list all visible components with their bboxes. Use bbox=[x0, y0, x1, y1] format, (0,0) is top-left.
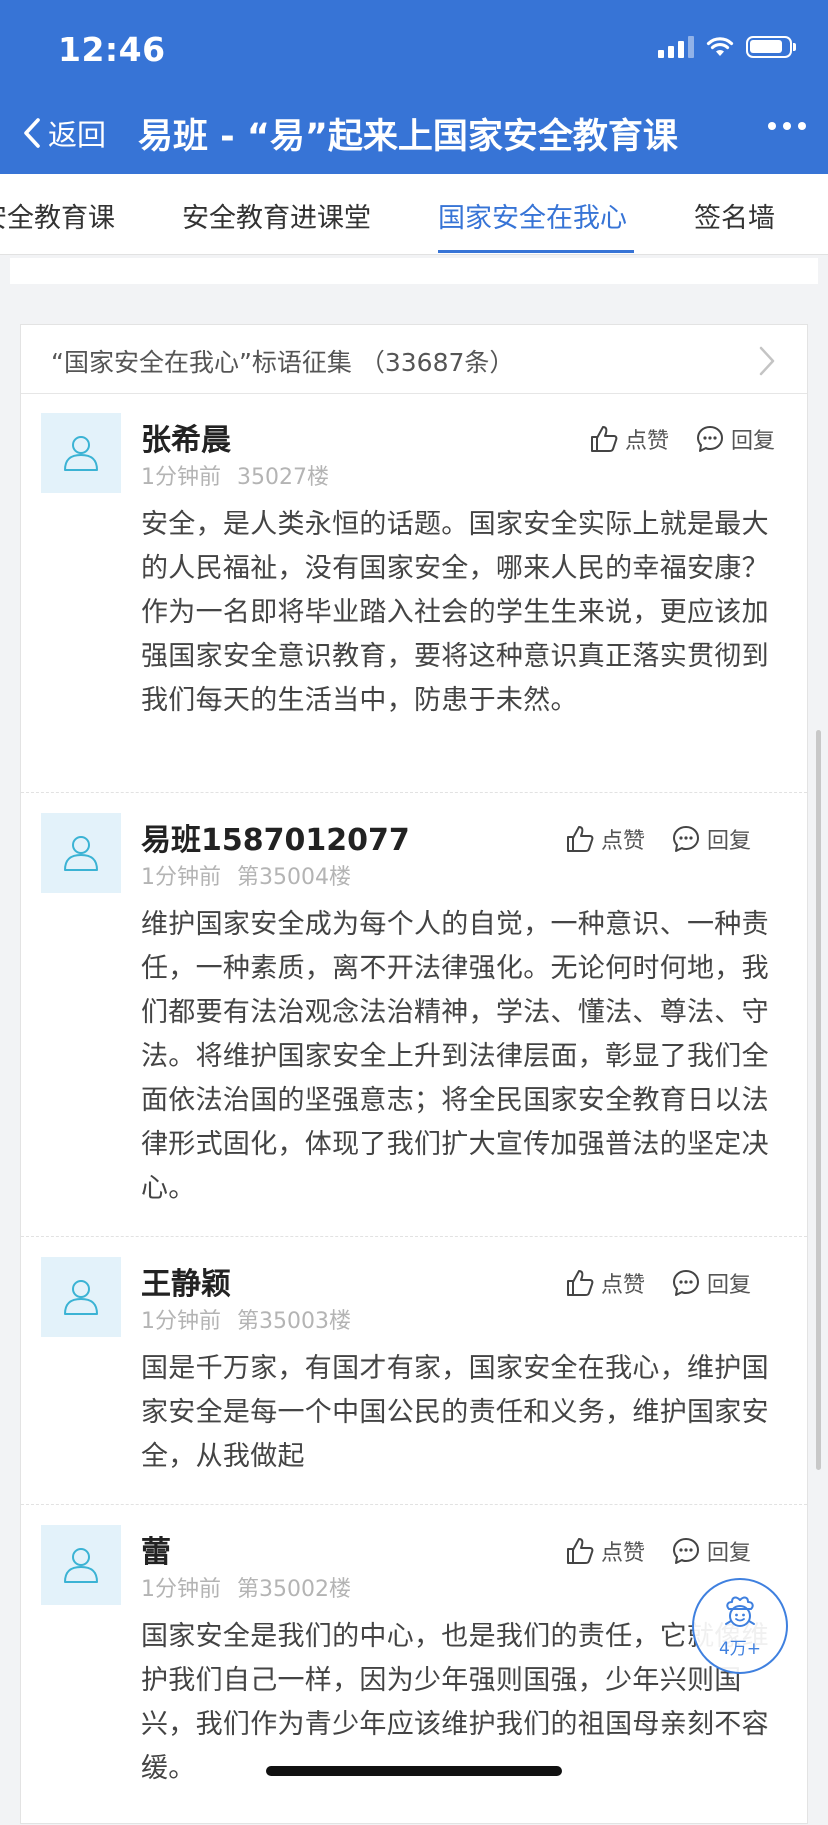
tab-signature-wall[interactable]: 签名墙 bbox=[694, 196, 775, 235]
comment-item: 蕾 1分钟前 第35002楼 点赞 回复 国家安全是我们的中心，也是我们的责任，它… bbox=[21, 1505, 807, 1825]
floating-assistant-button[interactable]: 4万+ bbox=[692, 1578, 788, 1674]
like-button[interactable]: 点赞 bbox=[565, 1267, 645, 1299]
chat-bubble-icon bbox=[673, 826, 700, 852]
user-icon bbox=[64, 836, 98, 871]
tab-national-security[interactable]: 国家安全在我心 bbox=[438, 196, 627, 235]
like-label: 点赞 bbox=[601, 1541, 646, 1566]
comment-meta: 1分钟前 第35004楼 bbox=[141, 859, 351, 891]
comment-author[interactable]: 蕾 bbox=[141, 1527, 171, 1571]
home-indicator[interactable] bbox=[266, 1766, 562, 1776]
comment-time: 1分钟前 bbox=[141, 465, 221, 490]
reply-button[interactable]: 回复 bbox=[671, 1535, 751, 1567]
wifi-icon bbox=[706, 37, 734, 56]
like-label: 点赞 bbox=[625, 429, 670, 454]
avatar[interactable] bbox=[41, 413, 121, 493]
floating-badge-count: 4万+ bbox=[718, 1638, 762, 1659]
comment-time: 1分钟前 bbox=[141, 865, 221, 890]
comment-time: 1分钟前 bbox=[141, 1309, 221, 1334]
back-button[interactable]: 返回 bbox=[22, 112, 106, 154]
comment-actions: 点赞 回复 bbox=[589, 423, 775, 455]
reply-label: 回复 bbox=[731, 429, 776, 454]
comment-text: 国家安全是我们的中心，也是我们的责任，它就像维护我们自己一样，因为少年强则国强，… bbox=[141, 1621, 769, 1784]
chevron-right-icon bbox=[759, 346, 775, 376]
reply-label: 回复 bbox=[707, 1273, 752, 1298]
reply-label: 回复 bbox=[707, 1541, 752, 1566]
nav-bar: 返回 易班 - “易”起来上国家安全教育课 bbox=[0, 100, 828, 166]
comment-floor: 第35004楼 bbox=[237, 865, 351, 890]
flower-mascot-icon bbox=[725, 1596, 755, 1627]
tab-bar: 安全教育课 安全教育进课堂 国家安全在我心 签名墙 bbox=[0, 174, 828, 255]
chat-bubble-icon bbox=[697, 426, 724, 452]
comment-author[interactable]: 王静颖 bbox=[141, 1259, 231, 1303]
comment-item: 王静颖 1分钟前 第35003楼 点赞 回复 国是千万家，有国才有家，国家安全在我… bbox=[21, 1237, 807, 1505]
like-label: 点赞 bbox=[601, 1273, 646, 1298]
comment-meta: 1分钟前 第35003楼 bbox=[141, 1303, 351, 1335]
app-header: 12:46 返回 易班 - “易”起来上国家安全教育课 bbox=[0, 0, 828, 174]
page-title: 易班 - “易”起来上国家安全教育课 bbox=[138, 117, 678, 157]
like-button[interactable]: 点赞 bbox=[589, 423, 669, 455]
comment-text: 国是千万家，有国才有家，国家安全在我心，维护国家安全是每一个中国公民的责任和义务… bbox=[141, 1353, 769, 1472]
scrollbar[interactable] bbox=[816, 730, 821, 1470]
reply-label: 回复 bbox=[707, 829, 752, 854]
reply-button[interactable]: 回复 bbox=[671, 1267, 751, 1299]
thumbs-up-icon bbox=[567, 826, 594, 852]
slogan-collection-card: “国家安全在我心”标语征集 （33687条） 张希晨 1分钟前 35027楼 点赞 bbox=[20, 324, 808, 1824]
like-label: 点赞 bbox=[601, 829, 646, 854]
avatar[interactable] bbox=[41, 813, 121, 893]
chat-bubble-icon bbox=[673, 1270, 700, 1296]
comment-floor: 35027楼 bbox=[237, 465, 329, 490]
user-icon bbox=[64, 1280, 98, 1315]
tab-safety-classroom[interactable]: 安全教育进课堂 bbox=[182, 196, 371, 235]
user-icon bbox=[64, 436, 98, 471]
comment-floor: 第35003楼 bbox=[237, 1309, 351, 1334]
chevron-left-icon bbox=[24, 118, 40, 148]
like-button[interactable]: 点赞 bbox=[565, 823, 645, 855]
comment-time: 1分钟前 bbox=[141, 1577, 221, 1602]
avatar[interactable] bbox=[41, 1525, 121, 1605]
comment-actions: 点赞 回复 bbox=[565, 1535, 751, 1567]
avatar[interactable] bbox=[41, 1257, 121, 1337]
like-button[interactable]: 点赞 bbox=[565, 1535, 645, 1567]
comment-actions: 点赞 回复 bbox=[565, 1267, 751, 1299]
back-label: 返回 bbox=[48, 118, 107, 152]
status-time: 12:46 bbox=[58, 30, 166, 69]
comment-text: 维护国家安全成为每个人的自觉，一种意识、一种责任，一种素质，离不开法律强化。无论… bbox=[141, 909, 769, 1204]
comment-meta: 1分钟前 35027楼 bbox=[141, 459, 329, 491]
comment-meta: 1分钟前 第35002楼 bbox=[141, 1571, 351, 1603]
comment-actions: 点赞 回复 bbox=[565, 823, 751, 855]
comment-author[interactable]: 易班1587012077 bbox=[141, 815, 410, 859]
thumbs-up-icon bbox=[591, 426, 618, 452]
comment-item: 易班1587012077 1分钟前 第35004楼 点赞 回复 维护国家安全成为每… bbox=[21, 793, 807, 1237]
comment-text: 安全，是人类永恒的话题。国家安全实际上就是最大的人民福祉，没有国家安全，哪来人民… bbox=[141, 509, 769, 716]
reply-button[interactable]: 回复 bbox=[671, 823, 751, 855]
comment-floor: 第35002楼 bbox=[237, 1577, 351, 1602]
user-icon bbox=[64, 1548, 98, 1583]
thumbs-up-icon bbox=[567, 1538, 594, 1564]
comment-item: 张希晨 1分钟前 35027楼 点赞 回复 安全，是人类永恒的话题。国家安全实际上… bbox=[21, 393, 807, 793]
more-menu-icon[interactable] bbox=[768, 122, 806, 130]
reply-button[interactable]: 回复 bbox=[695, 423, 775, 455]
thumbs-up-icon bbox=[567, 1270, 594, 1296]
comment-author[interactable]: 张希晨 bbox=[141, 415, 231, 459]
battery-icon bbox=[746, 36, 796, 58]
chat-bubble-icon bbox=[673, 1538, 700, 1564]
tab-safety-course[interactable]: 安全教育课 bbox=[0, 196, 115, 235]
active-tab-indicator bbox=[438, 250, 634, 253]
slogan-collection-title: “国家安全在我心”标语征集 （33687条） bbox=[51, 348, 515, 377]
banner-strip bbox=[10, 258, 818, 284]
cellular-signal-icon bbox=[658, 36, 694, 58]
slogan-collection-header[interactable]: “国家安全在我心”标语征集 （33687条） bbox=[21, 325, 807, 394]
status-icons bbox=[658, 36, 796, 58]
